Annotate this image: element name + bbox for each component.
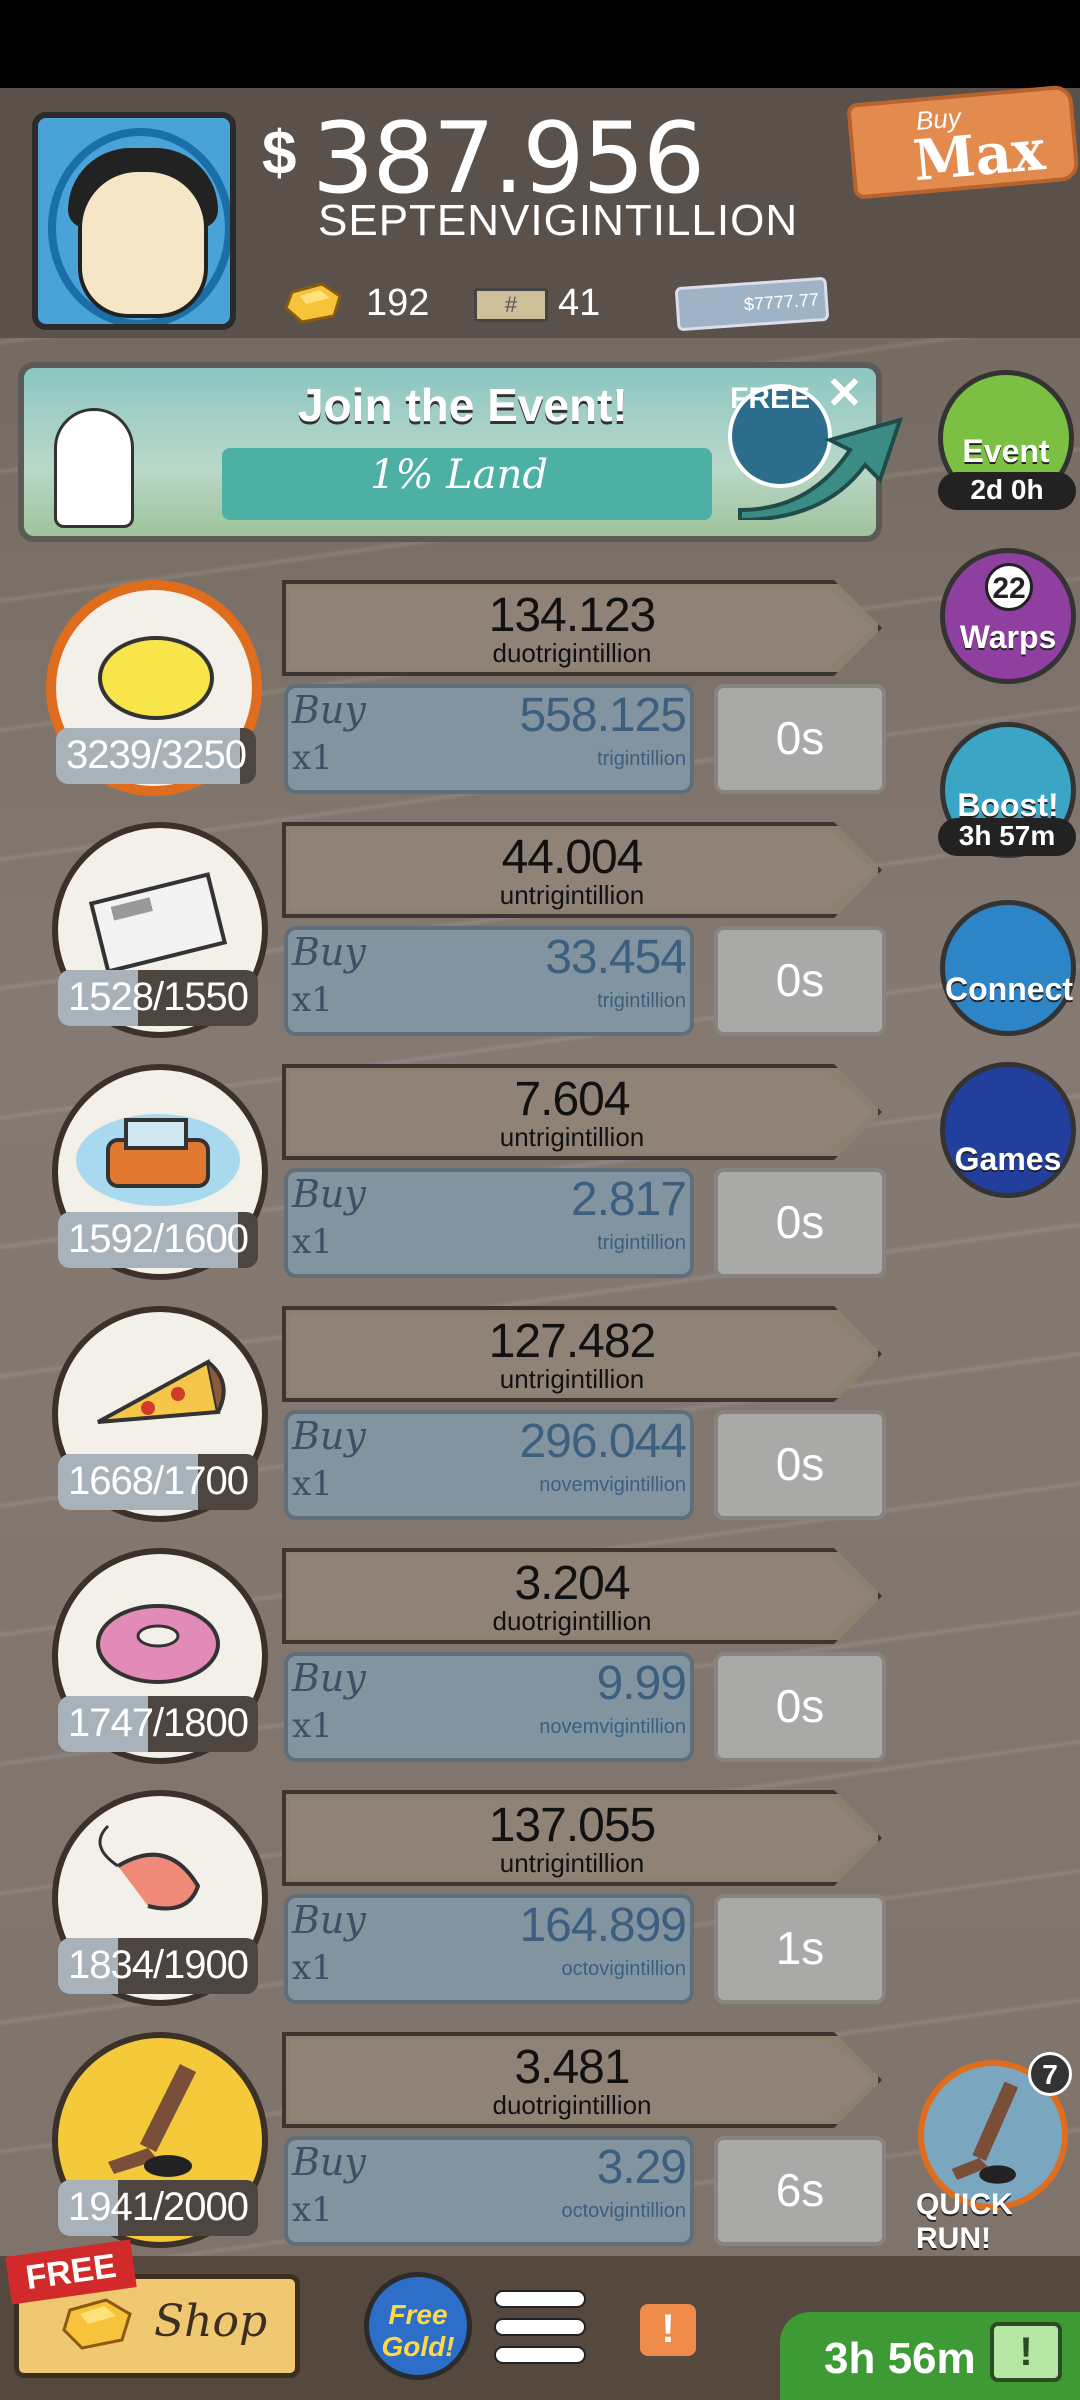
owned-count: 1668/1700 (58, 1454, 258, 1510)
buy-label: Buy (292, 1414, 366, 1458)
revenue-value: 134.123 (488, 589, 657, 642)
owned-count: 1747/1800 (58, 1696, 258, 1752)
buy-cost-unit: trigintillion (597, 990, 686, 1012)
buy-label: Buy (292, 930, 366, 974)
gold-count: 192 (366, 282, 430, 324)
owned-count: 1592/1600 (58, 1212, 258, 1268)
buy-cost: 2.817 (570, 1173, 687, 1226)
revenue-value: 127.482 (488, 1315, 657, 1368)
buy-cost: 558.125 (519, 689, 687, 742)
owned-count: 1528/1550 (58, 970, 258, 1026)
owned-count-text: 1668/1700 (67, 1459, 249, 1503)
buy-multiplier: x1 (292, 980, 333, 1020)
owned-count: 1941/2000 (58, 2180, 258, 2236)
warps-count: 22 (985, 563, 1033, 611)
buy-multiplier: x1 (292, 738, 333, 778)
owned-count-text: 1592/1600 (67, 1217, 249, 1261)
timer-box: 1s (714, 1894, 886, 2004)
timer-box: 0s (714, 926, 886, 1036)
buy-multiplier: x1 (292, 2190, 333, 2230)
bottom-timer: 3h 56m (824, 2334, 976, 2383)
buy-cost: 9.99 (596, 1657, 687, 1710)
alert-icon[interactable]: ! (640, 2304, 696, 2356)
revenue-unit: untrigintillion (499, 1848, 645, 1878)
free-gold-line2: Gold! (381, 2331, 455, 2362)
buy-cost: 296.044 (519, 1415, 687, 1468)
buy-label: Buy (292, 1898, 366, 1942)
buy-cost: 164.899 (519, 1899, 687, 1952)
megabucks-icon: # (474, 288, 548, 322)
status-bar (0, 0, 1080, 88)
manager-avatar[interactable] (32, 112, 236, 330)
buy-label: Buy (292, 1172, 366, 1216)
megabucks-count: 41 (558, 282, 601, 324)
owned-count: 1834/1900 (58, 1938, 258, 1994)
face-icon (78, 168, 208, 318)
quick-run-badge: 7 (1028, 2052, 1072, 2096)
buy-cost-unit: trigintillion (597, 1232, 686, 1254)
revenue-value: 7.604 (514, 1073, 630, 1126)
owned-count-text: 3239/3250 (65, 733, 247, 777)
money-sign: $ (262, 119, 297, 188)
owned-count-text: 1747/1800 (67, 1701, 249, 1745)
buy-max-button[interactable]: Buy Max (846, 84, 1080, 200)
buy-label: Buy (292, 688, 366, 732)
buy-cost: 3.29 (596, 2141, 687, 2194)
owned-count-text: 1941/2000 (67, 2185, 249, 2229)
buy-cost-unit: trigintillion (597, 748, 686, 770)
owned-count: 3239/3250 (56, 728, 256, 784)
buy-multiplier: x1 (292, 1706, 333, 1746)
revenue-unit: untrigintillion (499, 880, 645, 910)
buy-label: Buy (292, 1656, 366, 1700)
buy-multiplier: x1 (292, 1464, 333, 1504)
arrow-icon (738, 417, 904, 520)
buy-multiplier: x1 (292, 1222, 333, 1262)
event-character-icon (54, 408, 134, 528)
owned-count-text: 1528/1550 (67, 975, 249, 1019)
event-timer: 2d 0h (938, 472, 1076, 510)
revenue-unit: duotrigintillion (492, 2090, 652, 2120)
shop-label: Shop (154, 2296, 268, 2347)
revenue-unit: untrigintillion (499, 1364, 645, 1394)
revenue-value: 3.481 (514, 2041, 630, 2094)
revenue-unit: duotrigintillion (492, 1606, 652, 1636)
tv-icon[interactable]: ! (990, 2322, 1062, 2382)
revenue-value: 3.204 (514, 1557, 630, 1610)
buy-multiplier: x1 (292, 1948, 333, 1988)
revenue-value: 44.004 (501, 831, 644, 884)
timer-box: 0s (714, 1168, 886, 1278)
revenue-unit: untrigintillion (499, 1122, 645, 1152)
buy-cost: 33.454 (545, 931, 687, 984)
buy-cost-unit: octovigintillion (561, 2200, 686, 2222)
games-button[interactable]: Games (940, 1062, 1076, 1198)
free-gold-line1: Free (388, 2299, 448, 2330)
revenue-value: 137.055 (488, 1799, 657, 1852)
event-title: Join the Event! (298, 379, 628, 431)
gold-icon (284, 282, 342, 324)
buy-cost-unit: novemvigintillion (539, 1716, 686, 1738)
quick-run-label: QUICK RUN! (916, 2188, 1013, 2255)
owned-count-text: 1834/1900 (67, 1943, 249, 1987)
event-subtitle: 1% Land (370, 452, 548, 498)
menu-icon[interactable] (494, 2290, 586, 2372)
free-gold-button[interactable]: Free Gold! (364, 2272, 472, 2380)
buy-max-label: Max (910, 117, 1048, 195)
timer-box: 0s (714, 1652, 886, 1762)
timer-box: 0s (714, 1410, 886, 1520)
warps-button[interactable]: 22 Warps (940, 548, 1076, 684)
revenue-unit: duotrigintillion (492, 638, 652, 668)
buy-cost-unit: octovigintillion (561, 1958, 686, 1980)
gold-gem-icon (62, 2298, 132, 2350)
money-unit: SEPTENVIGINTILLION (318, 196, 799, 245)
buy-label: Buy (292, 2140, 366, 2184)
boost-timer: 3h 57m (938, 818, 1076, 856)
buy-cost-unit: novemvigintillion (539, 1474, 686, 1496)
timer-box: 0s (714, 684, 886, 794)
connect-button[interactable]: Connect (940, 900, 1076, 1036)
timer-box: 6s (714, 2136, 886, 2246)
